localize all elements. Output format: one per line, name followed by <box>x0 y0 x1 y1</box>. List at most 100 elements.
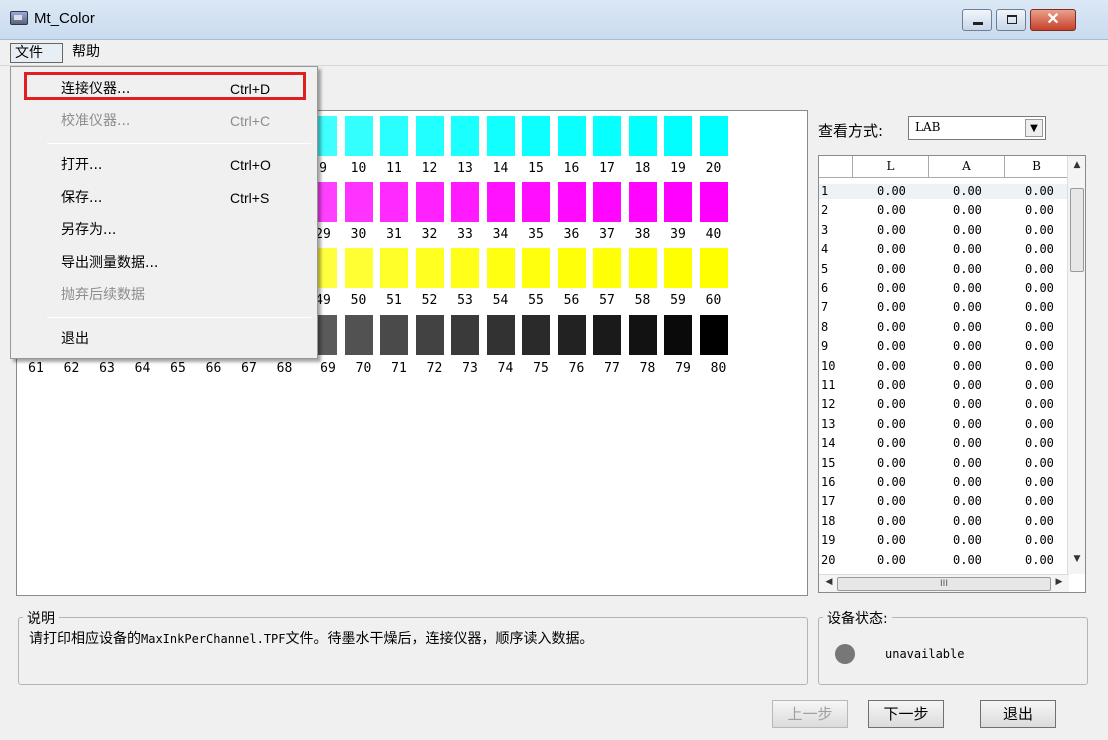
menu-item-save-as[interactable]: 另存为... <box>11 216 317 244</box>
maximize-button[interactable] <box>996 9 1026 31</box>
table-row[interactable]: 3 0.00 0.00 0.00 <box>819 223 1067 238</box>
color-patch[interactable] <box>557 182 586 222</box>
table-row[interactable]: 18 0.00 0.00 0.00 <box>819 514 1067 529</box>
color-patch[interactable] <box>486 315 515 355</box>
patch-number: 79 <box>675 361 691 376</box>
color-patch[interactable] <box>628 248 657 288</box>
color-patch[interactable] <box>451 248 479 288</box>
color-patch[interactable] <box>628 315 657 355</box>
color-patch[interactable] <box>522 248 550 288</box>
table-horizontal-scrollbar[interactable]: ◀ III ▶ <box>819 574 1069 592</box>
color-patch[interactable] <box>593 248 621 288</box>
table-row[interactable]: 15 0.00 0.00 0.00 <box>819 456 1067 471</box>
color-patch[interactable] <box>699 182 728 222</box>
color-patch[interactable] <box>380 116 408 156</box>
table-row[interactable]: 17 0.00 0.00 0.00 <box>819 494 1067 509</box>
next-step-button[interactable]: 下一步 <box>868 700 944 728</box>
table-row[interactable]: 5 0.00 0.00 0.00 <box>819 262 1067 277</box>
patch-number: 71 <box>391 361 407 376</box>
scroll-thumb[interactable] <box>1070 188 1084 272</box>
color-patch[interactable] <box>344 248 373 288</box>
patch-number: 30 <box>350 227 367 242</box>
color-patch[interactable] <box>380 182 408 222</box>
view-mode-select[interactable]: LAB ▼ <box>908 116 1046 140</box>
menu-item-export-data[interactable]: 导出测量数据... <box>11 249 317 277</box>
color-patch[interactable] <box>451 116 479 156</box>
color-patch[interactable] <box>415 182 444 222</box>
color-patch[interactable] <box>415 248 444 288</box>
color-patch[interactable] <box>593 182 621 222</box>
cell-value: 0.00 <box>877 184 906 198</box>
table-row[interactable]: 1 0.00 0.00 0.00 <box>819 184 1067 199</box>
color-patch[interactable] <box>557 116 586 156</box>
hscroll-thumb[interactable]: III <box>837 577 1051 591</box>
color-patch[interactable] <box>486 248 515 288</box>
color-patch[interactable] <box>593 116 621 156</box>
color-patch[interactable] <box>486 182 515 222</box>
scroll-left-icon[interactable]: ◀ <box>821 577 837 587</box>
color-patch[interactable] <box>557 315 586 355</box>
scroll-down-icon[interactable]: ▼ <box>1068 554 1085 570</box>
color-patch[interactable] <box>344 315 373 355</box>
color-patch[interactable] <box>415 116 444 156</box>
color-patch[interactable] <box>522 315 550 355</box>
color-patch[interactable] <box>380 315 408 355</box>
color-patch[interactable] <box>628 116 657 156</box>
table-row[interactable]: 11 0.00 0.00 0.00 <box>819 378 1067 393</box>
color-patch[interactable] <box>451 315 479 355</box>
minimize-button[interactable] <box>962 9 992 31</box>
color-patch[interactable] <box>628 182 657 222</box>
color-patch[interactable] <box>344 116 373 156</box>
patch-number: 60 <box>705 293 722 308</box>
close-button[interactable]: ✕ <box>1030 9 1076 31</box>
color-patch[interactable] <box>593 315 621 355</box>
table-row[interactable]: 6 0.00 0.00 0.00 <box>819 281 1067 296</box>
table-row[interactable]: 20 0.00 0.00 0.00 <box>819 553 1067 568</box>
color-patch[interactable] <box>664 116 692 156</box>
table-row[interactable]: 16 0.00 0.00 0.00 <box>819 475 1067 490</box>
scroll-right-icon[interactable]: ▶ <box>1051 577 1067 587</box>
table-row[interactable]: 9 0.00 0.00 0.00 <box>819 339 1067 354</box>
table-row[interactable]: 13 0.00 0.00 0.00 <box>819 417 1067 432</box>
color-patch[interactable] <box>344 182 373 222</box>
table-row[interactable]: 8 0.00 0.00 0.00 <box>819 320 1067 335</box>
color-patch[interactable] <box>380 248 408 288</box>
color-patch[interactable] <box>557 248 586 288</box>
table-row[interactable]: 12 0.00 0.00 0.00 <box>819 397 1067 412</box>
color-patch[interactable] <box>451 182 479 222</box>
menu-file[interactable]: 文件 <box>10 43 63 63</box>
table-row[interactable]: 14 0.00 0.00 0.00 <box>819 436 1067 451</box>
color-patch[interactable] <box>699 248 728 288</box>
patch-number: 69 <box>320 361 336 376</box>
color-patch[interactable] <box>664 182 692 222</box>
table-vertical-scrollbar[interactable]: ▲ ▼ <box>1067 156 1085 574</box>
prev-step-button[interactable]: 上一步 <box>772 700 848 728</box>
color-patch[interactable] <box>486 116 515 156</box>
menu-item-exit[interactable]: 退出 <box>11 325 317 353</box>
table-row[interactable]: 7 0.00 0.00 0.00 <box>819 300 1067 315</box>
row-index: 12 <box>821 397 836 412</box>
chevron-down-icon[interactable]: ▼ <box>1025 119 1043 137</box>
menu-item-discard-data: 抛弃后续数据 <box>11 281 317 309</box>
exit-button[interactable]: 退出 <box>980 700 1056 728</box>
color-patch[interactable] <box>699 116 728 156</box>
row-index: 16 <box>821 475 836 489</box>
color-patch[interactable] <box>664 248 692 288</box>
menu-item-save[interactable]: 保存... Ctrl+S <box>11 184 317 212</box>
table-row[interactable]: 19 0.00 0.00 0.00 <box>819 533 1067 548</box>
device-status-value: unavailable <box>885 647 965 661</box>
app-icon <box>10 11 28 25</box>
color-patch[interactable] <box>664 315 692 355</box>
menu-item-open[interactable]: 打开... Ctrl+O <box>11 151 317 179</box>
menu-help[interactable]: 帮助 <box>68 43 104 63</box>
table-row[interactable]: 2 0.00 0.00 0.00 <box>819 203 1067 218</box>
color-patch[interactable] <box>522 182 550 222</box>
scroll-up-icon[interactable]: ▲ <box>1068 160 1085 176</box>
table-row[interactable]: 4 0.00 0.00 0.00 <box>819 242 1067 257</box>
color-patch[interactable] <box>522 116 550 156</box>
measurement-table[interactable]: L A B 1 0.00 0.00 0.00 2 0.00 0.00 0.00 3 0.00 0.0… <box>818 155 1086 593</box>
patch-number: 58 <box>634 293 651 308</box>
color-patch[interactable] <box>699 315 728 355</box>
color-patch[interactable] <box>415 315 444 355</box>
table-row[interactable]: 10 0.00 0.00 0.00 <box>819 359 1067 374</box>
